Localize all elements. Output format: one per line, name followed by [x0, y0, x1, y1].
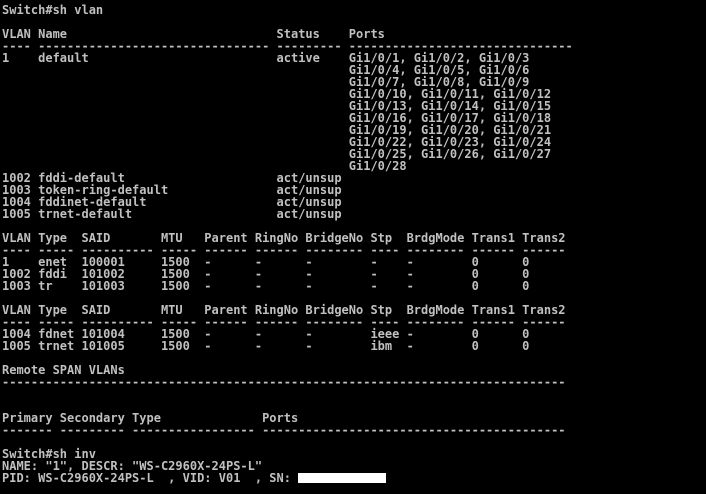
remote-span-separator: ----------------------------------------… [2, 375, 566, 389]
inventory-pid-line: PID: WS-C2960X-24PS-L , VID: V01 , SN: [2, 472, 706, 484]
vlan-row-1005: 1005 trnet-default act/unsup [2, 207, 342, 221]
vlan-type-row-1003: 1003 tr 101003 1500 - - - - - 0 0 [2, 279, 530, 293]
inventory-pid-text: PID: WS-C2960X-24PS-L , VID: V01 , SN: [2, 471, 299, 485]
private-vlan-separator: ------- --------- ----------------- ----… [2, 423, 566, 437]
terminal-window[interactable]: Switch#sh vlan VLAN Name Status Ports --… [0, 0, 706, 494]
serial-redaction-box [298, 473, 387, 483]
prompt-sh-vlan: Switch#sh vlan [2, 3, 104, 17]
vlan-type-row-1005: 1005 trnet 101005 1500 - - - ibm - 0 0 [2, 339, 530, 353]
